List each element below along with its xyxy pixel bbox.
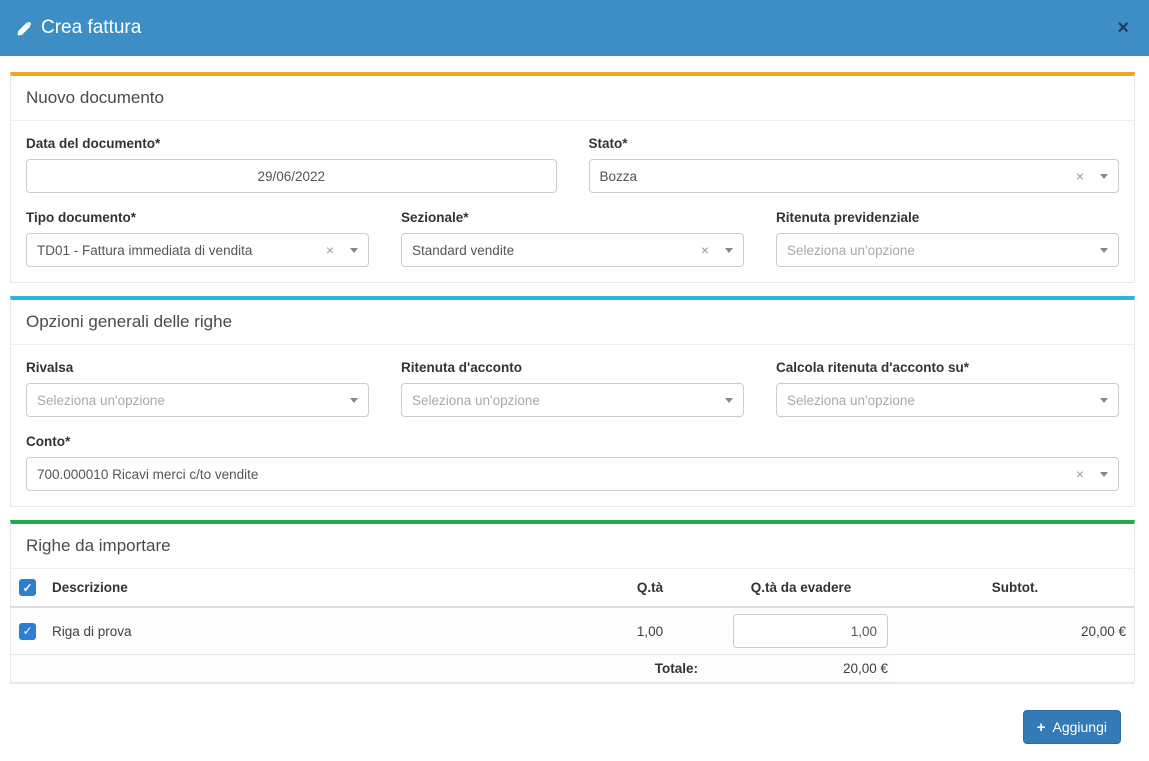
modal-footer: + Aggiungi xyxy=(10,697,1135,757)
field-rivalsa: Rivalsa Seleziona un'opzione xyxy=(26,360,369,417)
field-ritenuta-acconto: Ritenuta d'acconto Seleziona un'opzione xyxy=(401,360,744,417)
modal-body: Nuovo documento Data del documento* Stat… xyxy=(0,56,1149,757)
label-ritenuta-previdenziale: Ritenuta previdenziale xyxy=(776,210,1119,225)
label-calcola-ritenuta: Calcola ritenuta d'acconto su* xyxy=(776,360,1119,375)
sezionale-value: Standard vendite xyxy=(412,243,693,258)
chevron-down-icon xyxy=(1100,248,1108,253)
column-header-subtot: Subtot. xyxy=(896,569,1134,607)
ritenuta-acconto-select[interactable]: Seleziona un'opzione xyxy=(401,383,744,417)
column-header-descrizione: Descrizione xyxy=(44,569,594,607)
card-righe-da-importare: Righe da importare ✓ Descrizione Q.tà Q.… xyxy=(10,520,1135,684)
label-rivalsa: Rivalsa xyxy=(26,360,369,375)
conto-value: 700.000010 Ricavi merci c/to vendite xyxy=(37,467,1068,482)
chevron-down-icon xyxy=(725,398,733,403)
field-tipo-documento: Tipo documento* TD01 - Fattura immediata… xyxy=(26,210,369,267)
data-documento-input[interactable] xyxy=(26,159,557,193)
card-title-opzioni: Opzioni generali delle righe xyxy=(11,300,1134,345)
clear-icon[interactable]: × xyxy=(1076,467,1084,481)
table-row: ✓ Riga di prova 1,00 20,00 € xyxy=(11,607,1134,655)
chevron-down-icon xyxy=(350,248,358,253)
modal-header: Crea fattura × xyxy=(0,0,1149,56)
close-icon[interactable]: × xyxy=(1113,16,1133,40)
card-title-righe: Righe da importare xyxy=(11,524,1134,569)
table-total-row: Totale: 20,00 € xyxy=(11,655,1134,683)
label-tipo-documento: Tipo documento* xyxy=(26,210,369,225)
chevron-down-icon xyxy=(725,248,733,253)
calcola-ritenuta-placeholder: Seleziona un'opzione xyxy=(787,393,1100,408)
pencil-icon xyxy=(16,21,31,36)
column-header-qta-da-evadere: Q.tà da evadere xyxy=(706,569,896,607)
column-header-qta: Q.tà xyxy=(594,569,706,607)
rivalsa-select[interactable]: Seleziona un'opzione xyxy=(26,383,369,417)
chevron-down-icon xyxy=(1100,398,1108,403)
clear-icon[interactable]: × xyxy=(701,243,709,257)
field-conto: Conto* 700.000010 Ricavi merci c/to vend… xyxy=(26,434,1119,491)
rivalsa-placeholder: Seleziona un'opzione xyxy=(37,393,350,408)
clear-icon[interactable]: × xyxy=(326,243,334,257)
card-opzioni-generali: Opzioni generali delle righe Rivalsa Sel… xyxy=(10,296,1135,507)
chevron-down-icon xyxy=(1100,472,1108,477)
field-sezionale: Sezionale* Standard vendite × xyxy=(401,210,744,267)
ritenuta-previdenziale-select[interactable]: Seleziona un'opzione xyxy=(776,233,1119,267)
aggiungi-button[interactable]: + Aggiungi xyxy=(1023,710,1121,744)
tipo-documento-value: TD01 - Fattura immediata di vendita xyxy=(37,243,318,258)
row-subtot: 20,00 € xyxy=(896,607,1134,655)
modal-title: Crea fattura xyxy=(16,17,141,39)
sezionale-select[interactable]: Standard vendite × xyxy=(401,233,744,267)
chevron-down-icon xyxy=(1100,174,1108,179)
modal-title-text: Crea fattura xyxy=(41,17,141,39)
clear-icon[interactable]: × xyxy=(1076,169,1084,183)
label-data-documento: Data del documento* xyxy=(26,136,557,151)
plus-icon: + xyxy=(1037,720,1046,735)
row-checkbox[interactable]: ✓ xyxy=(19,623,36,640)
field-stato: Stato* Bozza × xyxy=(589,136,1120,193)
card-nuovo-documento: Nuovo documento Data del documento* Stat… xyxy=(10,72,1135,283)
righe-table: ✓ Descrizione Q.tà Q.tà da evadere Subto… xyxy=(11,569,1134,683)
card-title-nuovo-documento: Nuovo documento xyxy=(11,76,1134,121)
field-calcola-ritenuta: Calcola ritenuta d'acconto su* Seleziona… xyxy=(776,360,1119,417)
field-ritenuta-previdenziale: Ritenuta previdenziale Seleziona un'opzi… xyxy=(776,210,1119,267)
label-ritenuta-acconto: Ritenuta d'acconto xyxy=(401,360,744,375)
field-data-documento: Data del documento* xyxy=(26,136,557,193)
stato-select[interactable]: Bozza × xyxy=(589,159,1120,193)
row-descrizione: Riga di prova xyxy=(44,607,594,655)
totale-value: 20,00 € xyxy=(706,655,896,683)
chevron-down-icon xyxy=(350,398,358,403)
label-sezionale: Sezionale* xyxy=(401,210,744,225)
select-all-checkbox[interactable]: ✓ xyxy=(19,579,36,596)
table-header-row: ✓ Descrizione Q.tà Q.tà da evadere Subto… xyxy=(11,569,1134,607)
calcola-ritenuta-select[interactable]: Seleziona un'opzione xyxy=(776,383,1119,417)
label-stato: Stato* xyxy=(589,136,1120,151)
aggiungi-label: Aggiungi xyxy=(1053,719,1108,735)
qta-da-evadere-input[interactable] xyxy=(733,614,888,648)
conto-select[interactable]: 700.000010 Ricavi merci c/to vendite × xyxy=(26,457,1119,491)
label-conto: Conto* xyxy=(26,434,1119,449)
ritenuta-previdenziale-placeholder: Seleziona un'opzione xyxy=(787,243,1100,258)
totale-empty-cell xyxy=(896,655,1134,683)
tipo-documento-select[interactable]: TD01 - Fattura immediata di vendita × xyxy=(26,233,369,267)
stato-value: Bozza xyxy=(600,169,1068,184)
totale-label: Totale: xyxy=(11,655,706,683)
row-qta: 1,00 xyxy=(594,607,706,655)
ritenuta-acconto-placeholder: Seleziona un'opzione xyxy=(412,393,725,408)
